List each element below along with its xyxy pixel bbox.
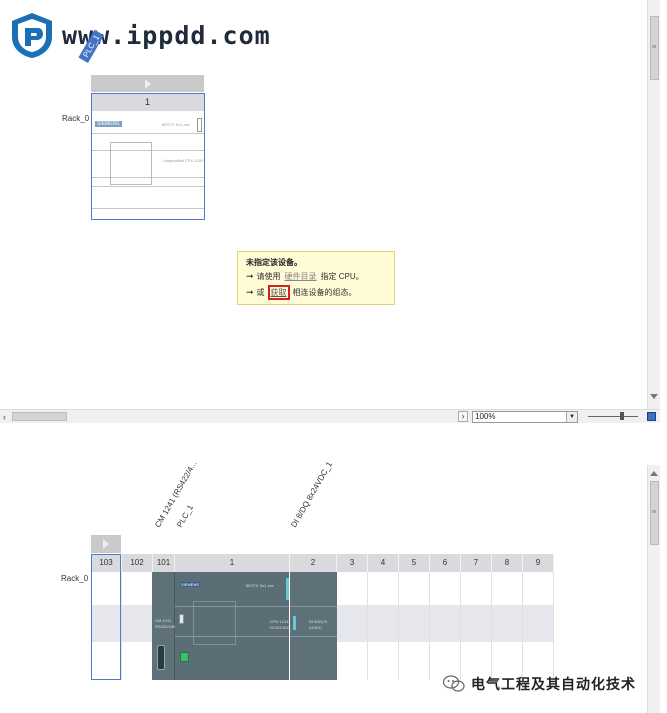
message-line-2: ➞ 或 获取 相连设备的组态。 [246,285,386,300]
slot-header: 7 [461,554,492,572]
message-title: 未指定该设备。 [246,258,302,267]
slot-band [122,605,152,642]
slot-header: 5 [399,554,430,572]
horizontal-toolbar: ‹ › 100% ▼ [0,409,660,423]
slot-band [337,605,367,642]
di-divider [290,606,337,607]
slot-header: 4 [368,554,399,572]
rack-label: Rack_0 [62,114,90,123]
cpu-divider [175,636,289,637]
cpu-model: 6ES7X Xx1-xxx [246,583,274,588]
wechat-icon [443,675,465,692]
slot-header: 6 [430,554,461,572]
message-suffix: 相连设备的组态。 [292,288,357,297]
slot-band [492,605,522,642]
watermark: www.ippdd.com [8,10,271,60]
cm-module-text: CM 1241 [155,618,172,623]
grip-icon: ≡ [652,44,657,51]
cpu-switch [179,614,184,624]
hardware-catalog-link[interactable]: 硬件目录 [285,271,317,282]
slot-header: 9 [523,554,554,572]
empty-slot[interactable] [461,572,492,680]
arrow-right-icon: ➞ [246,271,254,281]
message-suffix: 指定 CPU。 [320,272,364,281]
zoom-slider-handle[interactable] [620,412,624,420]
arrow-right-icon [103,539,109,549]
zoom-select[interactable]: 100% ▼ [472,411,578,423]
scroll-arrow-icon[interactable] [650,394,658,399]
cpu-panel [193,601,236,645]
di-divider [290,636,337,637]
rack-expand-button[interactable] [91,75,204,92]
scroll-right-icon[interactable]: › [458,411,468,422]
dropdown-icon[interactable]: ▼ [566,412,577,422]
slot-header: 102 [122,554,153,572]
ethernet-port-icon [180,652,189,662]
di-device-label[interactable]: DI 8/DQ 8x24VDC_1 [289,460,334,529]
plc-device-label[interactable]: PLC_1 [175,503,195,529]
cpu-divider [175,606,289,607]
empty-slot[interactable] [430,572,461,680]
zoom-slider[interactable] [588,416,638,417]
footer-watermark: 电气工程及其自动化技术 [443,674,636,694]
scroll-arrow-icon[interactable] [650,471,658,476]
slot-band [399,605,429,642]
arrow-right-icon: ➞ [246,287,254,297]
di-status-strip [293,616,296,630]
selected-slot-outline [91,554,121,680]
empty-slot[interactable] [122,572,153,680]
vertical-scrollbar-top[interactable]: ≡ [647,0,660,409]
overview-icon[interactable] [647,412,656,421]
selected-rack-outline [91,93,205,220]
scroll-left-icon[interactable]: ‹ [3,412,6,422]
empty-slot[interactable] [337,572,368,680]
logo-icon [12,13,52,58]
cm-module-subtext: RS422/485 [155,624,176,629]
vertical-scrollbar-bottom[interactable]: ≡ [647,465,660,713]
cpu-brand: SIEMENS [180,582,201,587]
slot-band [368,605,398,642]
slot-header: 8 [492,554,523,572]
slot-band [430,605,460,642]
cpu-type: CPU 1214C [270,619,292,624]
empty-slot[interactable] [368,572,399,680]
slot-header: 3 [337,554,368,572]
arrow-right-icon [144,78,151,89]
message-prefix: 或 [256,288,265,297]
di-module-text: DI 8/DQ 8 [309,619,327,624]
slot-header: 2 [290,554,337,572]
cm-device-label[interactable]: CM 1241 (RS422/4... [153,459,198,529]
grip-icon: ≡ [652,509,657,516]
slot-band [461,605,491,642]
rack-expand-button[interactable] [91,535,121,553]
empty-slot[interactable] [523,572,554,680]
di-module-subtext: 24VDC [309,625,322,630]
slot-header: 1 [175,554,290,572]
cpu-status-strip [286,578,289,600]
slot-band [523,605,553,642]
horizontal-scroll-thumb[interactable] [12,412,67,421]
serial-port-icon [157,645,165,670]
unspecified-device-message: 未指定该设备。 ➞ 请使用 硬件目录 指定 CPU。 ➞ 或 获取 相连设备的组… [237,251,395,305]
zoom-value: 100% [475,412,496,421]
detect-link[interactable]: 获取 [267,285,290,300]
slot-header: 101 [153,554,175,572]
footer-watermark-text: 电气工程及其自动化技术 [471,677,636,693]
rack-label: Rack_0 [61,574,89,583]
empty-slot[interactable] [492,572,523,680]
message-prefix: 请使用 [256,272,281,281]
message-line-1: ➞ 请使用 硬件目录 指定 CPU。 [246,271,386,282]
cpu-subtype: DC/DC/DC [270,625,290,630]
empty-slot[interactable] [399,572,430,680]
